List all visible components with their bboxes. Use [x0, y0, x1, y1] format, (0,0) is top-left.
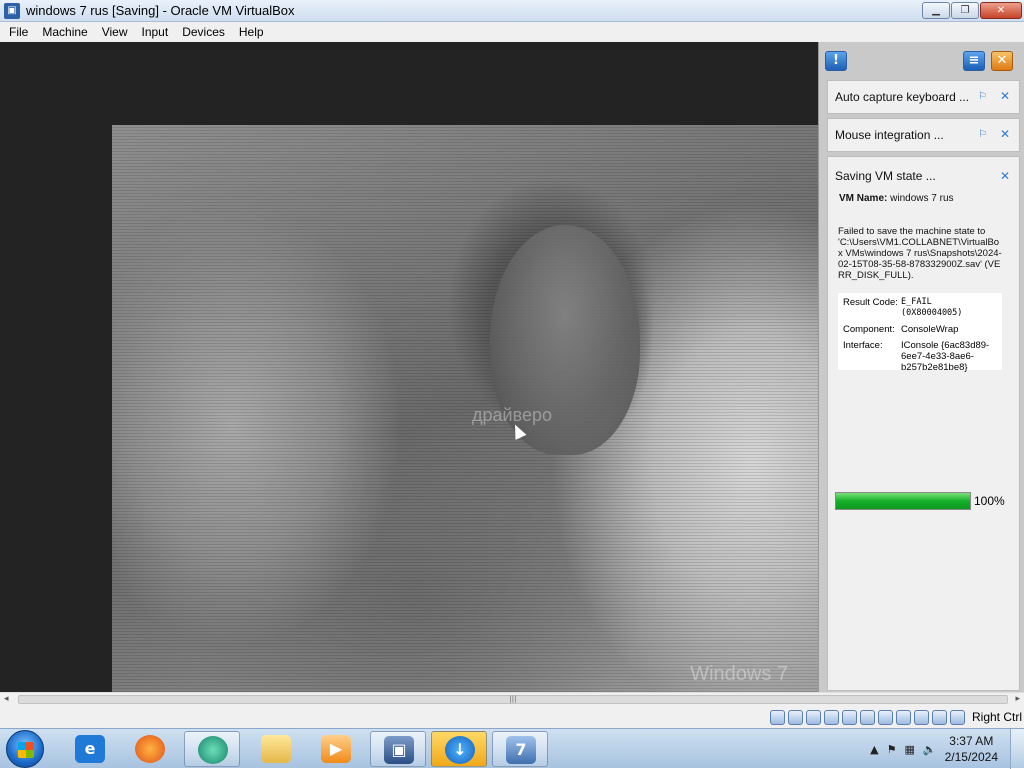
pin-icon[interactable]: ⚐: [978, 129, 989, 140]
error-message: Failed to save the machine state to 'C:\…: [838, 226, 1002, 281]
window-title-bar[interactable]: ▣ windows 7 rus [Saving] - Oracle VM Vir…: [0, 0, 1024, 22]
notification-center: ! ≡ ✕ Auto capture keyboard ... ⚐ ✕ Mous…: [818, 42, 1024, 692]
notification-title: Saving VM state ...: [835, 169, 936, 183]
menu-machine[interactable]: Machine: [35, 25, 94, 39]
menu-input[interactable]: Input: [135, 25, 176, 39]
volume-muted-icon[interactable]: 🔈: [923, 743, 937, 756]
taskbar-internet-explorer[interactable]: e: [62, 731, 118, 767]
close-notification-icon[interactable]: ✕: [1000, 128, 1011, 140]
download-manager-icon: ↓: [445, 736, 475, 764]
taskbar-media-player[interactable]: ▶: [308, 731, 364, 767]
folder-icon: [261, 735, 291, 763]
notification-auto-capture-keyboard[interactable]: Auto capture keyboard ... ⚐ ✕: [827, 80, 1020, 114]
scrollbar-thumb[interactable]: |||: [18, 695, 1008, 704]
network-tray-icon[interactable]: ▦: [905, 743, 915, 756]
progress-bar: [835, 492, 971, 510]
taskbar-virtualbox[interactable]: ▣: [370, 731, 426, 767]
wallpaper-watermark: драйверо: [472, 405, 552, 425]
notification-sort-icon[interactable]: ≡: [963, 51, 985, 71]
menu-help[interactable]: Help: [232, 25, 271, 39]
start-button[interactable]: [6, 730, 44, 768]
clock[interactable]: 3:37 AM 2/15/2024: [945, 733, 998, 765]
teal-app-icon: [198, 736, 228, 764]
maximize-button[interactable]: ❐: [951, 2, 979, 19]
menu-devices[interactable]: Devices: [175, 25, 232, 39]
pin-icon[interactable]: ⚐: [978, 91, 989, 102]
taskbar-firefox[interactable]: [122, 731, 178, 767]
interface-label: Interface:: [843, 340, 883, 351]
taskbar-windows7-vm[interactable]: 7: [492, 731, 548, 767]
component-value: ConsoleWrap: [901, 324, 959, 335]
taskbar: e ▶ ▣ ↓ 7 ▲ ⚑ ▦ 🔈 3:37 AM 2/15/2024: [0, 728, 1024, 769]
system-tray: ▲ ⚑ ▦ 🔈 3:37 AM 2/15/2024: [870, 729, 1024, 769]
scroll-left-arrow-icon[interactable]: ◂: [4, 694, 9, 704]
windows-logo-icon: [18, 742, 34, 758]
scroll-right-arrow-icon[interactable]: ▸: [1015, 694, 1020, 704]
menu-bar: File Machine View Input Devices Help: [0, 22, 1024, 42]
optical-drive-icon[interactable]: [787, 709, 803, 725]
close-notification-icon[interactable]: ✕: [1000, 170, 1011, 182]
window-title: windows 7 rus [Saving] - Oracle VM Virtu…: [26, 3, 295, 18]
hard-disk-icon[interactable]: [769, 709, 785, 725]
firefox-icon: [135, 735, 165, 763]
show-hidden-icons-icon[interactable]: ▲: [870, 743, 878, 756]
vm-name-label: VM Name:: [839, 193, 888, 204]
windows-7-vm-icon: 7: [506, 736, 536, 764]
vm-display[interactable]: драйверо Windows 7: [0, 42, 818, 692]
close-button[interactable]: ✕: [980, 2, 1022, 19]
close-notification-icon[interactable]: ✕: [1000, 90, 1011, 102]
keyboard-capture-icon[interactable]: [949, 709, 965, 725]
shared-folders-icon[interactable]: [859, 709, 875, 725]
result-code-label: Result Code:: [843, 297, 898, 308]
taskbar-download-manager[interactable]: ↓: [431, 731, 487, 767]
error-details: Result Code: E_FAIL (0X80004005) Componen…: [838, 293, 1002, 373]
interface-value: IConsole {6ac83d89-6ee7-4e33-8ae6-b257b2…: [901, 340, 990, 373]
internet-explorer-icon: e: [75, 735, 105, 763]
taskbar-explorer[interactable]: [248, 731, 304, 767]
media-player-icon: ▶: [321, 735, 351, 763]
clock-date: 2/15/2024: [944, 750, 998, 764]
network-icon[interactable]: [823, 709, 839, 725]
notification-title: Mouse integration ...: [835, 128, 944, 142]
notification-mouse-integration[interactable]: Mouse integration ... ⚐ ✕: [827, 118, 1020, 152]
virtualbox-app-icon: ▣: [4, 2, 20, 19]
menu-view[interactable]: View: [95, 25, 135, 39]
display-icon[interactable]: [877, 709, 893, 725]
usb-icon[interactable]: [841, 709, 857, 725]
notification-title: Auto capture keyboard ...: [835, 90, 970, 104]
progress-bar-fill: [836, 493, 970, 509]
guest-desktop-wallpaper: драйверо Windows 7: [112, 125, 818, 692]
virtualization-icon[interactable]: [913, 709, 929, 725]
vm-status-bar: Right Ctrl: [0, 706, 1024, 728]
minimize-button[interactable]: ▁: [922, 2, 950, 19]
result-code-value: E_FAIL (0X80004005): [901, 297, 963, 318]
host-key-label: Right Ctrl: [971, 710, 1022, 724]
vm-name-value: windows 7 rus: [890, 193, 954, 204]
notification-dismiss-all-icon[interactable]: ✕: [991, 51, 1013, 71]
windows-7-logo-text: Windows 7: [690, 663, 788, 685]
notification-alert-icon[interactable]: !: [825, 51, 847, 71]
progress-percent: 100%: [974, 494, 1005, 508]
audio-icon[interactable]: [805, 709, 821, 725]
virtualbox-icon: ▣: [384, 736, 414, 764]
show-desktop-button[interactable]: [1010, 729, 1024, 769]
component-label: Component:: [843, 324, 895, 335]
mouse-integration-icon[interactable]: [931, 709, 947, 725]
taskbar-app-active[interactable]: [184, 731, 240, 767]
video-capture-icon[interactable]: [895, 709, 911, 725]
notification-toolbar: ! ≡ ✕: [819, 42, 1024, 80]
horizontal-scrollbar[interactable]: ◂ ||| ▸: [0, 692, 1024, 706]
clock-time: 3:37 AM: [949, 734, 994, 748]
menu-file[interactable]: File: [2, 25, 35, 39]
flag-icon[interactable]: ⚑: [887, 743, 897, 756]
